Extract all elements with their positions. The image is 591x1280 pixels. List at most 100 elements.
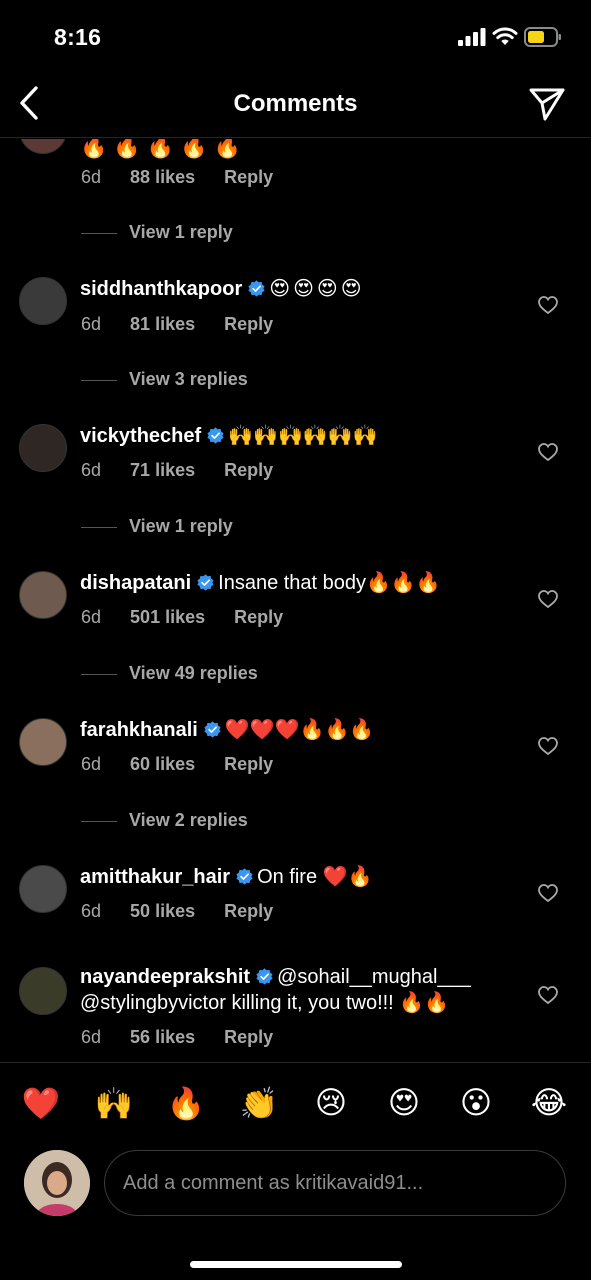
- avatar[interactable]: [19, 967, 67, 1015]
- quick-reactions-bar: ❤️ 🙌 🔥 👏 😢 😍 😮 😂: [0, 1062, 591, 1144]
- comment-body: amitthakur_hair On fire ❤️🔥: [80, 864, 520, 890]
- comment-meta: 6d 501 likes Reply: [81, 607, 307, 628]
- comment-meta: 6d 56 likes Reply: [81, 1027, 297, 1048]
- comment-text: 🙌🙌🙌🙌🙌🙌: [228, 425, 378, 447]
- reply-button[interactable]: Reply: [224, 167, 273, 187]
- home-indicator[interactable]: [190, 1261, 402, 1268]
- reaction-surprised[interactable]: 😮: [456, 1085, 496, 1121]
- status-time: 8:16: [54, 24, 102, 50]
- reaction-heart[interactable]: ❤️: [21, 1085, 61, 1122]
- reply-button[interactable]: Reply: [224, 754, 273, 774]
- comment-likes[interactable]: 56 likes: [130, 1027, 195, 1047]
- view-replies-label: View 1 reply: [129, 222, 233, 242]
- comment-username[interactable]: farahkhanali: [80, 719, 198, 741]
- page-title: Comments: [233, 90, 358, 117]
- comment-age: 6d: [81, 1027, 102, 1047]
- comment-username[interactable]: amitthakur_hair: [80, 866, 230, 888]
- comment-age: 6d: [81, 901, 102, 921]
- avatar[interactable]: [19, 865, 67, 913]
- comment-likes[interactable]: 50 likes: [130, 901, 195, 921]
- reaction-clap[interactable]: 👏: [239, 1085, 279, 1122]
- view-replies-button[interactable]: View 2 replies: [81, 810, 248, 831]
- cellular-signal-icon: [458, 28, 486, 46]
- verified-badge-icon: [197, 574, 214, 591]
- avatar[interactable]: [19, 718, 67, 766]
- current-user-avatar: [24, 1150, 90, 1216]
- comments-header: Comments: [0, 72, 591, 138]
- view-replies-label: View 3 replies: [129, 369, 248, 389]
- comment-likes[interactable]: 71 likes: [130, 460, 195, 480]
- view-replies-button[interactable]: View 1 reply: [81, 516, 233, 537]
- comment-likes[interactable]: 88 likes: [130, 167, 195, 187]
- comment-text: On fire ❤️🔥: [257, 866, 373, 888]
- divider-line: [81, 526, 117, 528]
- comment-age: 6d: [81, 607, 102, 627]
- verified-badge-icon: [236, 868, 253, 885]
- view-replies-button[interactable]: View 3 replies: [81, 369, 248, 390]
- comment-meta: 6d 71 likes Reply: [81, 460, 297, 481]
- verified-badge-icon: [204, 721, 221, 738]
- view-replies-button[interactable]: View 1 reply: [81, 222, 233, 243]
- comment-text: 😍😍😍😍: [269, 278, 365, 300]
- comment-text: Insane that body🔥🔥🔥: [218, 572, 441, 594]
- comment-username[interactable]: nayandeeprakshit: [80, 966, 250, 988]
- like-heart-icon[interactable]: [538, 443, 558, 461]
- view-replies-label: View 2 replies: [129, 810, 248, 830]
- comment-age: 6d: [81, 314, 102, 334]
- comment-age: 6d: [81, 167, 102, 187]
- like-heart-icon[interactable]: [538, 296, 558, 314]
- reaction-raised-hands[interactable]: 🙌: [94, 1085, 134, 1122]
- profile-photo-icon: [24, 1150, 90, 1216]
- reply-button[interactable]: Reply: [234, 607, 283, 627]
- reaction-heart-eyes[interactable]: 😍: [384, 1085, 424, 1121]
- view-replies-button[interactable]: View 49 replies: [81, 663, 258, 684]
- wifi-icon: [492, 27, 518, 45]
- avatar[interactable]: [19, 277, 67, 325]
- reaction-fire[interactable]: 🔥: [166, 1085, 206, 1122]
- comment-likes[interactable]: 60 likes: [130, 754, 195, 774]
- divider-line: [81, 232, 117, 234]
- verified-badge-icon: [256, 968, 273, 985]
- view-replies-label: View 49 replies: [129, 663, 258, 683]
- comment-meta: 6d 81 likes Reply: [81, 314, 297, 335]
- comment-age: 6d: [81, 754, 102, 774]
- comment-meta: 6d 60 likes Reply: [81, 754, 297, 775]
- comment-body: dishapatani Insane that body🔥🔥🔥: [80, 570, 520, 596]
- comment-body: nayandeeprakshit @sohail__mughal___ @styl…: [80, 964, 505, 1016]
- add-comment-input[interactable]: [104, 1150, 566, 1216]
- divider-line: [81, 379, 117, 381]
- like-heart-icon[interactable]: [538, 737, 558, 755]
- avatar[interactable]: [19, 424, 67, 472]
- comment-username[interactable]: dishapatani: [80, 572, 191, 594]
- reaction-laughing[interactable]: 😂: [529, 1085, 569, 1121]
- avatar[interactable]: [19, 571, 67, 619]
- comment-body: siddhanthkapoor 😍😍😍😍: [80, 276, 520, 302]
- comment-likes[interactable]: 501 likes: [130, 607, 205, 627]
- comment-username[interactable]: vickythechef: [80, 425, 201, 447]
- reply-button[interactable]: Reply: [224, 460, 273, 480]
- like-heart-icon[interactable]: [538, 884, 558, 902]
- like-heart-icon[interactable]: [538, 590, 558, 608]
- comment-meta: 6d 50 likes Reply: [81, 901, 297, 922]
- like-heart-icon[interactable]: [538, 986, 558, 1004]
- reply-button[interactable]: Reply: [224, 314, 273, 334]
- comments-list[interactable]: 🔥🔥🔥🔥🔥 6d 88 likes Reply View 1 reply sid…: [0, 139, 591, 1061]
- comment-text: ❤️❤️❤️🔥🔥🔥: [224, 719, 375, 741]
- battery-icon: [524, 27, 561, 47]
- comment-body: farahkhanali ❤️❤️❤️🔥🔥🔥: [80, 717, 520, 743]
- reply-button[interactable]: Reply: [224, 901, 273, 921]
- divider-line: [81, 673, 117, 675]
- status-bar: 8:16: [0, 0, 591, 72]
- share-send-icon[interactable]: [528, 86, 566, 122]
- reaction-crying[interactable]: 😢: [311, 1085, 351, 1121]
- comment-age: 6d: [81, 460, 102, 480]
- comment-text: 🔥🔥🔥🔥🔥: [80, 139, 247, 159]
- reply-button[interactable]: Reply: [224, 1027, 273, 1047]
- verified-badge-icon: [248, 280, 265, 297]
- comment-username[interactable]: siddhanthkapoor: [80, 278, 242, 300]
- avatar[interactable]: [19, 139, 67, 154]
- view-replies-label: View 1 reply: [129, 516, 233, 536]
- comment-meta: 6d 88 likes Reply: [81, 167, 297, 188]
- divider-line: [81, 820, 117, 822]
- comment-likes[interactable]: 81 likes: [130, 314, 195, 334]
